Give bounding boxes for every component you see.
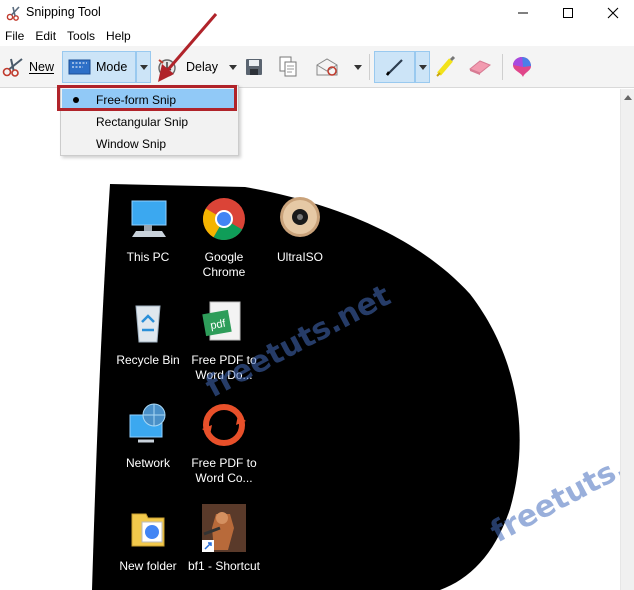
menu-bar: File Edit Tools Help [0,27,634,46]
chrome-icon [202,198,245,241]
delay-dropdown-button[interactable] [226,51,240,83]
mode-dropdown-button[interactable] [136,51,151,83]
envelope-icon [316,58,338,76]
highlighter-button[interactable] [434,51,460,83]
desktop-icon-this-pc[interactable]: This PC [110,195,186,265]
maximize-button[interactable] [545,0,591,26]
highlighter-icon [436,55,456,77]
chevron-down-icon [354,64,362,70]
desktop-icon-label: Recycle Bin [116,353,180,367]
pen-dropdown-button[interactable] [415,51,430,83]
new-label: New [29,60,55,74]
menu-item-rectangular-snip[interactable]: Rectangular Snip [62,111,237,132]
send-snip-button[interactable] [315,51,341,83]
desktop-icon-label: Network [125,456,170,470]
toolbar: New Mode Delay [0,46,634,88]
minimize-icon [518,12,528,14]
toolbar-separator [369,54,370,80]
new-snip-button[interactable]: New [2,51,57,83]
chevron-down-icon [139,64,148,70]
menu-help[interactable]: Help [101,27,137,46]
desktop-icon-label: New folder [119,559,177,573]
snip-canvas: This PC Google Chrome UltraISO Recycle B… [0,89,620,590]
desktop-icon-new-folder[interactable]: New folder [110,504,186,574]
menu-tools[interactable]: Tools [62,27,101,46]
mode-button[interactable]: Mode [62,51,136,83]
vertical-scrollbar[interactable] [620,89,634,590]
clock-icon [158,59,176,77]
desktop-icon-ultraiso[interactable]: UltraISO [262,195,338,265]
ultraiso-icon [280,197,320,237]
close-icon [607,7,619,19]
free-form-mode-icon [68,59,91,75]
menu-item-window-snip[interactable]: Window Snip [62,133,237,154]
save-button[interactable] [244,51,266,83]
chevron-down-icon [229,64,237,70]
delay-label: Delay [186,60,218,74]
desktop-icon-free-pdf-to-word-converter[interactable]: Free PDF to Word Co... [186,401,262,486]
menu-item-label: Rectangular Snip [96,115,189,129]
maximize-icon [563,8,573,18]
close-button[interactable] [590,0,634,26]
delay-button[interactable]: Delay [156,51,226,83]
pen-icon [385,59,403,76]
window-title: Snipping Tool [26,5,101,19]
scroll-up-arrow-icon[interactable] [624,95,632,100]
save-icon [246,59,262,75]
network-icon [129,403,166,443]
paint3d-icon [513,57,531,77]
menu-item-label: Window Snip [96,137,167,151]
toolbar-separator [502,54,503,80]
desktop-icon-recycle-bin[interactable]: Recycle Bin [110,298,186,368]
desktop-icon-label: This PC [126,250,170,264]
desktop-icon-label: bf1 - Shortcut [187,559,261,573]
desktop-icon-network[interactable]: Network [110,401,186,471]
pdf-converter-icon [202,404,246,446]
annotation-highlight-box [57,85,237,111]
desktop-icon-google-chrome[interactable]: Google Chrome [186,195,262,280]
this-pc-icon [131,200,167,237]
scissors-icon [6,6,20,21]
menu-file[interactable]: File [0,27,30,46]
title-bar: Snipping Tool [0,0,634,26]
game-shortcut-icon [202,504,246,552]
edit-with-paint3d-button[interactable] [511,51,535,83]
desktop-icon-label: UltraISO [276,250,323,264]
chevron-down-icon [418,64,427,70]
copy-button[interactable] [278,51,300,83]
eraser-button[interactable] [467,51,493,83]
copy-icon [279,56,297,77]
desktop-icon-bf1-shortcut[interactable]: bf1 - Shortcut [186,504,262,574]
menu-edit[interactable]: Edit [30,27,62,46]
minimize-button[interactable] [500,0,546,26]
desktop-icon-label: Google Chrome [202,250,246,279]
eraser-icon [469,60,491,75]
desktop-icon-label: Free PDF to Word Co... [191,456,257,485]
folder-icon [131,513,165,547]
pen-button[interactable] [374,51,415,83]
pdf-icon: pdf [202,301,241,341]
scissors-icon [2,58,23,77]
send-dropdown-button[interactable] [351,51,365,83]
mode-label: Mode [96,60,128,74]
recycle-bin-icon [135,305,161,343]
